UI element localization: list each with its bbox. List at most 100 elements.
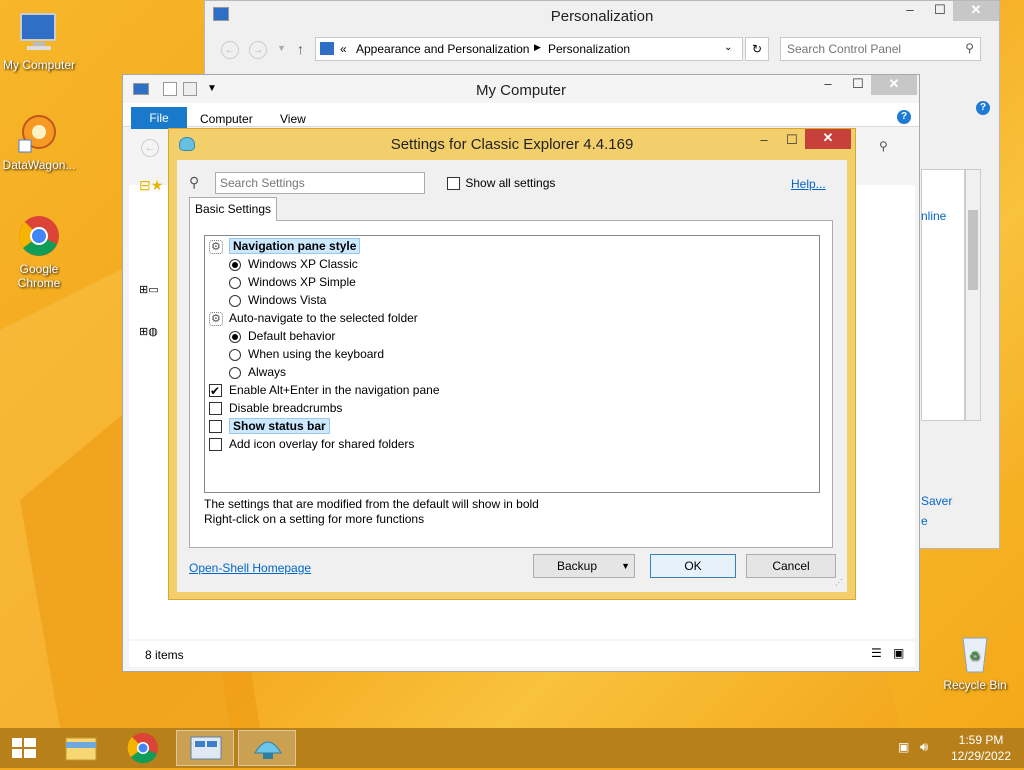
google-chrome-desktop-icon[interactable]: Google Chrome bbox=[0, 214, 78, 290]
setting-row[interactable]: Disable breadcrumbs bbox=[209, 399, 342, 417]
svg-text:♻: ♻ bbox=[969, 649, 980, 663]
radio-button[interactable] bbox=[229, 330, 241, 343]
search-icon: ⚲ bbox=[189, 174, 200, 190]
setting-row[interactable]: Windows Vista bbox=[229, 291, 326, 309]
up-button[interactable]: ↑ bbox=[297, 41, 304, 57]
maximize-button[interactable]: ☐ bbox=[925, 1, 955, 21]
favorites-star-icon[interactable]: ⊟★ bbox=[139, 177, 163, 194]
forward-button[interactable]: → bbox=[249, 41, 267, 59]
refresh-button[interactable]: ↻ bbox=[745, 37, 769, 61]
setting-row[interactable]: Enable Alt+Enter in the navigation pane bbox=[209, 381, 440, 400]
online-themes-link[interactable]: nline bbox=[921, 209, 946, 223]
tab-computer[interactable]: Computer bbox=[200, 112, 253, 126]
computer-tree-icon[interactable]: ⊞▭ bbox=[139, 283, 159, 296]
ok-button[interactable]: OK bbox=[650, 554, 736, 578]
start-button[interactable] bbox=[0, 730, 48, 766]
taskbar-control-panel[interactable] bbox=[176, 730, 234, 766]
details-view-icon[interactable]: ☰ bbox=[871, 646, 882, 660]
setting-row[interactable]: Show status bar bbox=[209, 417, 330, 435]
windows-logo-icon bbox=[12, 738, 36, 758]
network-tree-icon[interactable]: ⊞◍ bbox=[139, 325, 158, 338]
dropdown-arrow-icon: ▼ bbox=[621, 561, 630, 571]
setting-row[interactable]: Windows XP Simple bbox=[229, 273, 356, 291]
search-icon[interactable]: ⚲ bbox=[879, 139, 888, 153]
close-button[interactable]: ✕ bbox=[805, 129, 851, 149]
screen-saver-label[interactable]: Saver bbox=[921, 494, 952, 508]
setting-checkbox[interactable] bbox=[209, 438, 222, 452]
cancel-button[interactable]: Cancel bbox=[746, 554, 836, 578]
volume-icon[interactable]: 🔊︎ bbox=[920, 739, 928, 755]
setting-row[interactable]: Default behavior bbox=[229, 327, 335, 345]
folder-icon bbox=[65, 737, 97, 761]
search-input[interactable] bbox=[787, 39, 957, 59]
scroll-thumb[interactable] bbox=[968, 210, 978, 290]
setting-label: Enable Alt+Enter in the navigation pane bbox=[229, 383, 440, 397]
setting-row[interactable]: Always bbox=[229, 363, 286, 381]
tab-file[interactable]: File bbox=[131, 107, 187, 129]
datawagon-desktop-icon[interactable]: DataWagon... bbox=[0, 110, 78, 172]
info-line-2: Right-click on a setting for more functi… bbox=[204, 512, 425, 526]
back-button[interactable]: ← bbox=[141, 139, 159, 157]
search-box[interactable]: ⚲ bbox=[780, 37, 981, 61]
close-button[interactable]: ✕ bbox=[871, 75, 917, 95]
show-all-settings-toggle[interactable]: Show all settings bbox=[447, 176, 555, 191]
maximize-button[interactable]: ☐ bbox=[777, 131, 807, 151]
minimize-button[interactable]: – bbox=[813, 75, 843, 95]
help-link[interactable]: Help... bbox=[791, 177, 826, 191]
monitor-icon bbox=[17, 10, 61, 54]
clock[interactable]: 1:59 PM 12/29/2022 bbox=[946, 732, 1016, 764]
help-icon[interactable]: ? bbox=[897, 110, 911, 124]
my-computer-desktop-icon[interactable]: My Computer bbox=[0, 10, 78, 72]
setting-checkbox[interactable] bbox=[209, 382, 222, 400]
setting-label: Windows XP Classic bbox=[248, 257, 358, 271]
tab-view[interactable]: View bbox=[280, 112, 306, 126]
network-icon[interactable]: ▣ bbox=[898, 740, 909, 754]
settings-group-icon bbox=[209, 238, 223, 256]
setting-label: Always bbox=[248, 365, 287, 379]
radio-button[interactable] bbox=[229, 348, 241, 361]
breadcrumb-item[interactable]: Personalization bbox=[548, 42, 630, 56]
tab-basic-settings[interactable]: Basic Settings bbox=[189, 197, 277, 221]
back-button[interactable]: ← bbox=[221, 41, 239, 59]
radio-button[interactable] bbox=[229, 366, 241, 379]
taskbar-chrome[interactable] bbox=[114, 730, 172, 766]
search-settings-box[interactable] bbox=[215, 172, 425, 194]
taskbar-file-explorer[interactable] bbox=[52, 730, 110, 766]
help-icon[interactable]: ? bbox=[976, 101, 990, 115]
setting-row[interactable]: When using the keyboard bbox=[229, 345, 384, 363]
minimize-button[interactable]: – bbox=[895, 1, 925, 21]
large-icons-view-icon[interactable]: ▣ bbox=[893, 646, 904, 660]
recent-dropdown-icon[interactable]: ▼ bbox=[277, 43, 286, 53]
setting-checkbox[interactable] bbox=[209, 402, 222, 416]
radio-button[interactable] bbox=[229, 276, 241, 289]
setting-row[interactable]: Navigation pane style bbox=[209, 237, 361, 256]
breadcrumb-item[interactable]: Appearance and Personalization bbox=[356, 42, 529, 56]
show-all-checkbox[interactable] bbox=[447, 177, 460, 191]
item-count: 8 items bbox=[145, 648, 184, 662]
taskbar-classic-explorer[interactable] bbox=[238, 730, 296, 766]
recycle-bin-desktop-icon[interactable]: ♻ Recycle Bin bbox=[936, 630, 1014, 692]
resize-grip-icon[interactable]: ⋰ bbox=[835, 578, 843, 587]
address-bar[interactable]: « Appearance and Personalization ▶ Perso… bbox=[315, 37, 743, 61]
close-button[interactable]: ✕ bbox=[953, 1, 999, 21]
radio-button[interactable] bbox=[229, 294, 241, 307]
scrollbar[interactable] bbox=[965, 169, 981, 421]
settings-dialog: Settings for Classic Explorer 4.4.169 – … bbox=[168, 128, 856, 600]
dialog-body: ⚲ Show all settings Help... Basic Settin… bbox=[177, 160, 847, 592]
minimize-button[interactable]: – bbox=[749, 131, 779, 151]
control-panel-icon bbox=[190, 736, 222, 760]
setting-row[interactable]: Auto-navigate to the selected folder bbox=[209, 309, 418, 328]
open-shell-homepage-link[interactable]: Open-Shell Homepage bbox=[189, 561, 311, 575]
title-bar: Settings for Classic Explorer 4.4.169 – … bbox=[169, 129, 855, 159]
icon-label: Recycle Bin bbox=[943, 678, 1007, 692]
setting-row[interactable]: Add icon overlay for shared folders bbox=[209, 435, 414, 453]
setting-label: Disable breadcrumbs bbox=[229, 401, 343, 415]
breadcrumb-separator-icon: ▶ bbox=[534, 42, 541, 52]
maximize-button[interactable]: ☐ bbox=[843, 75, 873, 95]
setting-checkbox[interactable] bbox=[209, 420, 222, 434]
chevron-down-icon[interactable]: ⌄ bbox=[724, 42, 732, 53]
backup-button[interactable]: Backup ▼ bbox=[533, 554, 635, 578]
setting-row[interactable]: Windows XP Classic bbox=[229, 255, 358, 273]
radio-button[interactable] bbox=[229, 258, 241, 271]
search-settings-input[interactable] bbox=[220, 174, 420, 192]
